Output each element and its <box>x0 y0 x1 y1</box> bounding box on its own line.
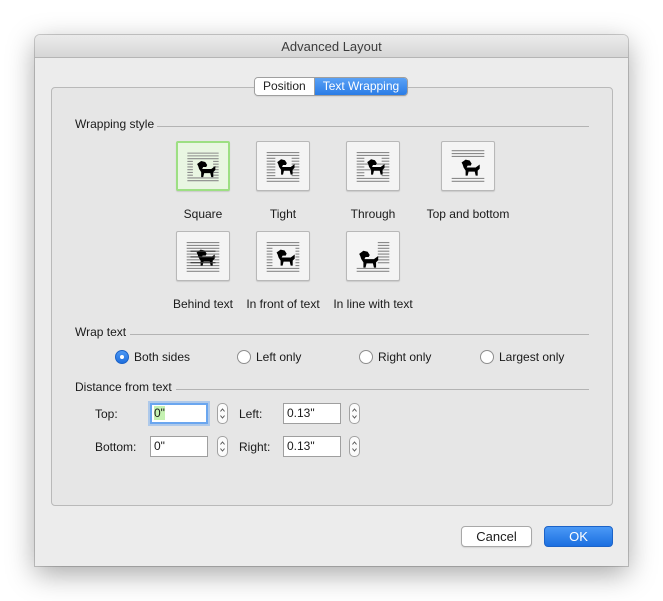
window-title: Advanced Layout <box>35 35 628 58</box>
wrap-inline-icon <box>356 241 390 272</box>
radio-left-only-control[interactable] <box>237 350 251 364</box>
radio-both-sides-label: Both sides <box>134 350 191 364</box>
radio-right-only[interactable]: Right only <box>359 350 431 364</box>
radio-right-only-control[interactable] <box>359 350 373 364</box>
ok-button[interactable]: OK <box>544 526 613 547</box>
wrap-in-front-button[interactable] <box>256 231 310 281</box>
bottom-field[interactable]: 0" <box>150 436 208 457</box>
wrap-inline-button[interactable] <box>346 231 400 281</box>
wrap-square-button[interactable] <box>176 141 230 191</box>
right-stepper[interactable] <box>349 436 360 457</box>
stepper-arrows-icon <box>352 441 357 452</box>
wrap-behind-text-button[interactable] <box>176 231 230 281</box>
wrap-top-bottom-label: Top and bottom <box>426 207 510 221</box>
advanced-layout-dialog: Advanced Layout Position Text Wrapping W… <box>35 35 628 566</box>
radio-largest-only-control[interactable] <box>480 350 494 364</box>
left-label: Left: <box>239 407 263 421</box>
wrapping-style-label: Wrapping style <box>75 117 155 131</box>
radio-largest-only-label: Largest only <box>499 350 565 364</box>
wrap-top-bottom-icon <box>451 150 485 182</box>
tab-bar: Position Text Wrapping <box>254 77 409 96</box>
top-field-value: 0" <box>154 406 165 420</box>
distance-divider <box>176 389 589 390</box>
wrap-top-bottom-button[interactable] <box>441 141 495 191</box>
radio-both-sides[interactable]: Both sides <box>115 350 190 364</box>
bottom-label: Bottom: <box>95 440 137 454</box>
top-label: Top: <box>95 407 118 421</box>
wrap-through-button[interactable] <box>346 141 400 191</box>
top-stepper[interactable] <box>217 403 228 424</box>
wrap-tight-icon <box>266 151 300 182</box>
left-field[interactable]: 0.13" <box>283 403 341 424</box>
radio-right-only-label: Right only <box>378 350 432 364</box>
radio-left-only-label: Left only <box>256 350 302 364</box>
wrap-through-icon <box>356 151 390 182</box>
wrap-tight-button[interactable] <box>256 141 310 191</box>
right-label: Right: <box>239 440 271 454</box>
stepper-arrows-icon <box>220 441 225 452</box>
radio-both-sides-control[interactable] <box>115 350 129 364</box>
stepper-arrows-icon <box>220 408 225 419</box>
cancel-button[interactable]: Cancel <box>461 526 532 547</box>
bottom-stepper[interactable] <box>217 436 228 457</box>
wrap-text-divider <box>130 334 589 335</box>
top-field[interactable]: 0" <box>150 403 208 424</box>
wrap-behind-text-icon <box>186 241 220 272</box>
stepper-arrows-icon <box>352 408 357 419</box>
tab-position[interactable]: Position <box>255 78 314 95</box>
left-stepper[interactable] <box>349 403 360 424</box>
wrap-square-icon <box>187 152 219 182</box>
radio-largest-only[interactable]: Largest only <box>480 350 564 364</box>
right-field[interactable]: 0.13" <box>283 436 341 457</box>
wrap-inline-label: In line with text <box>333 297 413 311</box>
wrap-text-label: Wrap text <box>75 325 127 339</box>
wrapping-style-divider <box>157 126 589 127</box>
distance-from-text-label: Distance from text <box>75 380 172 394</box>
radio-left-only[interactable]: Left only <box>237 350 301 364</box>
wrap-in-front-icon <box>266 241 300 272</box>
tab-text-wrapping[interactable]: Text Wrapping <box>313 78 408 95</box>
